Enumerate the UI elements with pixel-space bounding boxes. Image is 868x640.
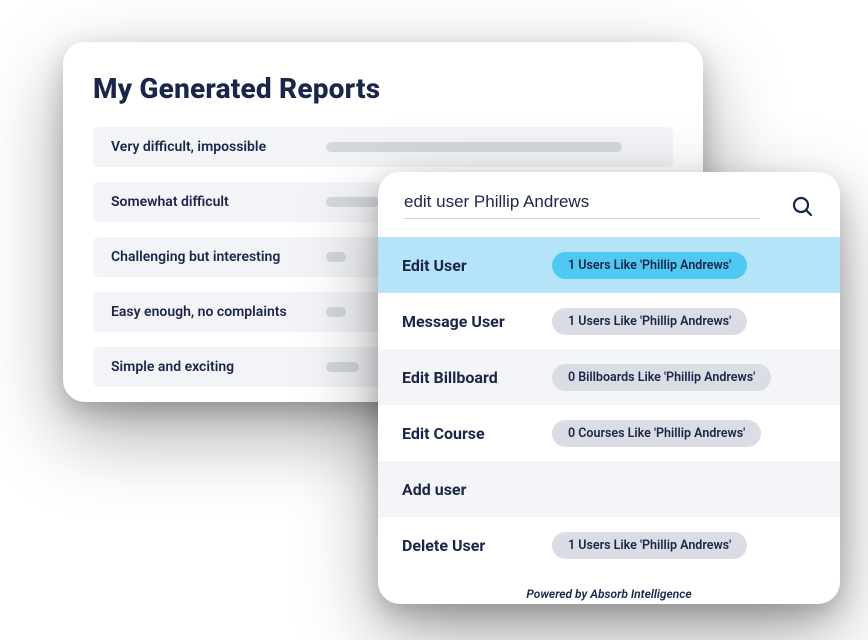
report-bar xyxy=(326,362,359,372)
action-list: Edit User 1 Users Like 'Phillip Andrews'… xyxy=(378,237,840,573)
report-bar xyxy=(326,142,622,152)
reports-title: My Generated Reports xyxy=(93,72,673,105)
action-delete-user[interactable]: Delete User 1 Users Like 'Phillip Andrew… xyxy=(378,517,840,573)
report-label: Easy enough, no complaints xyxy=(111,304,326,320)
report-label: Challenging but interesting xyxy=(111,249,326,265)
action-label: Message User xyxy=(402,312,552,331)
action-label: Delete User xyxy=(402,536,552,555)
action-label: Edit User xyxy=(402,256,552,275)
action-add-user[interactable]: Add user xyxy=(378,461,840,517)
search-bar xyxy=(378,172,840,221)
search-input-wrap xyxy=(404,192,760,219)
action-badge: 0 Billboards Like 'Phillip Andrews' xyxy=(552,364,771,391)
action-label: Add user xyxy=(402,480,552,499)
report-label: Very difficult, impossible xyxy=(111,139,326,155)
search-input[interactable] xyxy=(404,192,760,212)
action-badge: 0 Courses Like 'Phillip Andrews' xyxy=(552,420,761,447)
report-bar-track xyxy=(326,142,655,152)
action-badge: 1 Users Like 'Phillip Andrews' xyxy=(552,252,747,279)
action-edit-course[interactable]: Edit Course 0 Courses Like 'Phillip Andr… xyxy=(378,405,840,461)
report-row[interactable]: Very difficult, impossible xyxy=(93,127,673,167)
action-label: Edit Billboard xyxy=(402,368,552,387)
report-bar xyxy=(326,307,346,317)
report-bar xyxy=(326,252,346,262)
report-label: Simple and exciting xyxy=(111,359,326,375)
action-badge: 1 Users Like 'Phillip Andrews' xyxy=(552,308,747,335)
action-badge: 1 Users Like 'Phillip Andrews' xyxy=(552,532,747,559)
action-edit-user[interactable]: Edit User 1 Users Like 'Phillip Andrews' xyxy=(378,237,840,293)
search-icon[interactable] xyxy=(790,194,814,218)
command-search-card: Edit User 1 Users Like 'Phillip Andrews'… xyxy=(378,172,840,604)
report-label: Somewhat difficult xyxy=(111,194,326,210)
report-bar xyxy=(326,197,379,207)
action-message-user[interactable]: Message User 1 Users Like 'Phillip Andre… xyxy=(378,293,840,349)
action-edit-billboard[interactable]: Edit Billboard 0 Billboards Like 'Philli… xyxy=(378,349,840,405)
action-label: Edit Course xyxy=(402,424,552,443)
powered-by-label: Powered by Absorb Intelligence xyxy=(378,573,840,604)
